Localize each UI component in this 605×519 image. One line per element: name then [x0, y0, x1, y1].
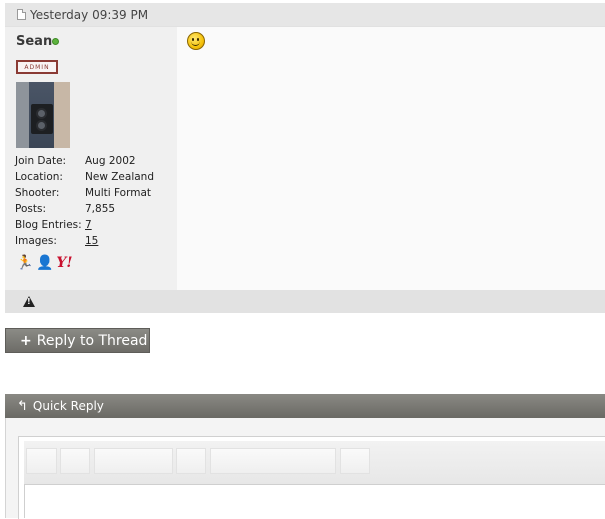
report-post-icon[interactable]: [23, 296, 35, 307]
blog-entries-link[interactable]: 7: [85, 217, 92, 233]
plus-icon: +: [20, 332, 32, 349]
user-details: Join Date: Aug 2002 Location: New Zealan…: [15, 153, 154, 249]
reply-to-thread-label: Reply to Thread: [36, 332, 148, 349]
reply-to-thread-button[interactable]: + Reply to Thread: [5, 328, 150, 353]
toolbar-dropdown-font[interactable]: [94, 448, 173, 474]
toolbar-button-2[interactable]: [60, 448, 90, 474]
toolbar-button-4[interactable]: [340, 448, 370, 474]
toolbar-button-3[interactable]: [176, 448, 206, 474]
detail-row-join-date: Join Date: Aug 2002: [15, 155, 136, 167]
post-date: Yesterday 09:39 PM: [30, 7, 149, 22]
quick-reply-title: Quick Reply: [32, 399, 104, 413]
detail-row-blog-entries: Blog Entries: 7: [15, 217, 92, 233]
toolbar-button-1[interactable]: [26, 448, 57, 474]
detail-row-images: Images: 15: [15, 233, 99, 249]
images-link[interactable]: 15: [85, 233, 98, 249]
user-info-panel: Sean ADMIN Join Date: Aug 2002 Location:…: [5, 27, 177, 290]
post-header: Yesterday 09:39 PM: [5, 3, 605, 27]
post-body: [177, 27, 605, 290]
post-icon: [17, 9, 26, 20]
smiley-icon: [187, 32, 205, 50]
avatar[interactable]: [16, 82, 70, 148]
im-icons: 🏃 👤 Y!: [16, 255, 73, 272]
editor-toolbar: [24, 441, 605, 485]
online-status-icon: [52, 38, 59, 45]
username[interactable]: Sean: [16, 34, 52, 49]
msn-icon[interactable]: 👤: [36, 255, 53, 272]
message-textarea[interactable]: [24, 485, 605, 518]
admin-badge: ADMIN: [16, 60, 58, 74]
detail-row-location: Location: New Zealand: [15, 171, 154, 183]
reply-arrow-icon: ↰: [17, 398, 28, 414]
yahoo-icon[interactable]: Y!: [56, 255, 73, 272]
detail-row-shooter: Shooter: Multi Format: [15, 187, 152, 199]
aim-icon[interactable]: 🏃: [16, 255, 33, 272]
quick-reply-header: ↰ Quick Reply: [5, 394, 605, 418]
post-footer: [5, 290, 605, 313]
toolbar-dropdown-size[interactable]: [210, 448, 336, 474]
detail-row-posts: Posts: 7,855: [15, 203, 116, 215]
